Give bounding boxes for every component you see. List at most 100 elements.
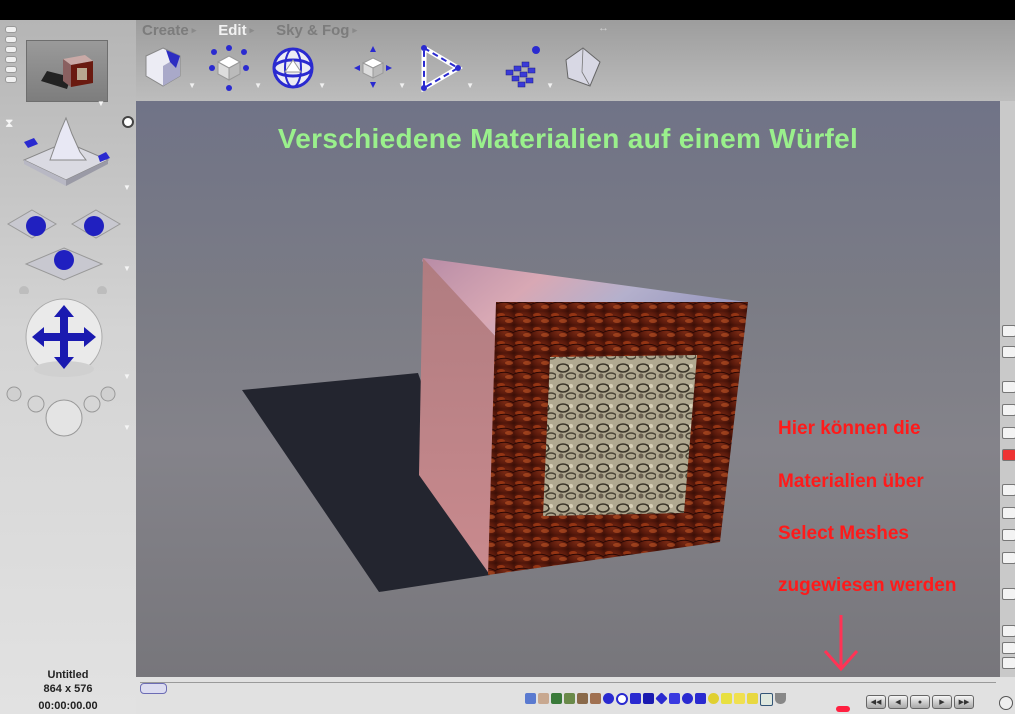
play-icon[interactable]: ● xyxy=(910,695,930,709)
menu-sky-fog[interactable]: Sky & Fog ▸ xyxy=(276,20,357,40)
mesh-object-button[interactable] xyxy=(560,42,606,92)
layer-tool-icon[interactable] xyxy=(1002,404,1015,416)
dropdown-arrow-icon[interactable]: ▼ xyxy=(254,81,262,90)
dropdown-arrow-icon[interactable] xyxy=(775,693,786,704)
pen-tool-icon[interactable] xyxy=(1002,325,1015,337)
scene-thumbnail-button[interactable] xyxy=(26,40,108,102)
cube-primitive-icon xyxy=(145,47,181,87)
dropdown-arrow-icon[interactable]: ▼ xyxy=(188,81,196,90)
dropdown-arrow-icon[interactable]: ▼ xyxy=(123,423,131,432)
globe-icon[interactable] xyxy=(999,696,1013,710)
fast-forward-icon[interactable]: ▶▶ xyxy=(954,695,974,709)
menu-create[interactable]: Create ▸ xyxy=(142,20,196,40)
dropdown-arrow-icon[interactable]: ▼ xyxy=(123,264,131,273)
dropdown-arrow-icon[interactable]: ▼ xyxy=(398,81,406,90)
render-viewport[interactable]: Verschiedene Materialien auf einem Würfe… xyxy=(136,101,1000,677)
sphere-icon[interactable] xyxy=(603,693,614,704)
record-icon[interactable] xyxy=(1002,449,1015,461)
rewind-icon[interactable]: ◀◀ xyxy=(866,695,886,709)
chevron-right-icon: ▸ xyxy=(352,24,357,35)
note-line-3: Select Meshes xyxy=(778,523,909,544)
light-icon[interactable] xyxy=(734,693,745,704)
timeline-track[interactable] xyxy=(140,682,996,691)
list-tool-icon[interactable] xyxy=(1002,529,1015,541)
window-top-bar xyxy=(0,0,1015,20)
light-icon[interactable] xyxy=(721,693,732,704)
scene-thumbnail-icon xyxy=(41,55,93,89)
cone-icon[interactable] xyxy=(669,693,680,704)
radio-toggle[interactable] xyxy=(122,116,134,128)
monitor-tool-icon[interactable] xyxy=(1002,552,1015,564)
playback-controls: ◀◀ ◀ ● ▶ ▶▶ xyxy=(866,695,974,709)
zoom-in-icon[interactable] xyxy=(1002,625,1015,637)
scale-object-icon xyxy=(354,46,392,88)
dropdown-arrow-icon[interactable]: ▼ xyxy=(318,81,326,90)
dropdown-arrow-icon[interactable]: ▼ xyxy=(97,99,105,108)
rock-icon[interactable] xyxy=(577,693,588,704)
path-animation-icon xyxy=(421,45,463,93)
light-icon[interactable] xyxy=(708,693,719,704)
path-animation-button[interactable]: ▼ xyxy=(418,42,474,93)
object-icon[interactable] xyxy=(538,693,549,704)
cube-primitive-button[interactable]: ▼ xyxy=(140,42,196,92)
move-camera-trackball-icon xyxy=(25,298,103,377)
record-indicator xyxy=(836,706,850,712)
note-line-2: Materialien über xyxy=(778,471,924,492)
picture-icon[interactable] xyxy=(760,693,773,706)
object-library-bar xyxy=(525,692,786,706)
viewport-title: Verschiedene Materialien auf einem Würfe… xyxy=(277,123,859,154)
layer-tool-icon[interactable] xyxy=(1002,427,1015,439)
object-icon[interactable] xyxy=(590,693,601,704)
eraser-tool-icon[interactable] xyxy=(1002,346,1015,358)
plane-icon[interactable] xyxy=(695,693,706,704)
torus-icon[interactable] xyxy=(616,693,628,705)
terrain-view-button[interactable] xyxy=(20,112,112,192)
rotate-object-icon xyxy=(272,47,314,89)
list-tool-icon[interactable] xyxy=(1002,484,1015,496)
hourglass-icon[interactable]: ⧗ xyxy=(5,116,13,131)
layer-tool-icon[interactable] xyxy=(1002,381,1015,393)
dropdown-arrow-icon[interactable]: ▼ xyxy=(466,81,474,90)
trackball-button[interactable] xyxy=(22,297,106,381)
note-line-4: zugewiesen werden xyxy=(778,575,957,596)
chevron-right-icon: ▸ xyxy=(249,24,255,35)
document-size: 864 x 576 xyxy=(43,683,93,695)
move-object-button[interactable]: ▼ xyxy=(206,42,262,92)
lights-icon xyxy=(6,386,116,437)
mesh-object-icon xyxy=(565,47,601,87)
panel-grip-handle[interactable] xyxy=(5,26,17,86)
text-tool-icon[interactable] xyxy=(1002,507,1015,519)
dropdown-arrow-icon[interactable]: ▼ xyxy=(123,372,131,381)
object-icon[interactable] xyxy=(525,693,536,704)
diamond-icon[interactable] xyxy=(655,692,668,705)
chevron-right-icon: ▸ xyxy=(191,24,197,35)
dropdown-arrow-icon[interactable]: ▼ xyxy=(546,81,554,90)
terrain-grid-button[interactable]: ▼ xyxy=(498,42,554,92)
pan-camera-icon xyxy=(7,209,121,296)
lights-panel[interactable] xyxy=(4,384,116,442)
camera-pan-controls[interactable] xyxy=(4,194,129,296)
light-icon[interactable] xyxy=(747,693,758,704)
sphere-icon[interactable] xyxy=(682,693,693,704)
note-line-1: Hier können die xyxy=(778,418,921,439)
hand-tool-icon[interactable] xyxy=(1002,657,1015,669)
scale-object-button[interactable]: ▼ xyxy=(350,42,406,92)
cube-tool-icon[interactable] xyxy=(1002,588,1015,600)
down-arrow-icon xyxy=(823,615,859,672)
tree-icon[interactable] xyxy=(551,693,562,704)
dropdown-arrow-icon[interactable]: ▼ xyxy=(123,183,131,192)
step-forward-icon[interactable]: ▶ xyxy=(932,695,952,709)
time-display: 00:00:00.00 xyxy=(38,700,98,712)
cylinder-icon[interactable] xyxy=(630,693,641,704)
step-back-icon[interactable]: ◀ xyxy=(888,695,908,709)
cube-icon[interactable] xyxy=(643,693,654,704)
menu-bar: Create ▸ Edit ▸ Sky & Fog ▸ xyxy=(142,20,357,40)
timeline-slider[interactable] xyxy=(140,683,167,694)
rotate-object-button[interactable]: ▼ xyxy=(270,42,326,92)
plant-icon[interactable] xyxy=(564,693,575,704)
terrain-grid-icon xyxy=(505,46,540,88)
terrain-preview-icon xyxy=(22,116,110,186)
zoom-out-icon[interactable] xyxy=(1002,642,1015,654)
menu-edit[interactable]: Edit ▸ xyxy=(218,20,254,40)
resize-handle-icon[interactable]: ↔ xyxy=(598,22,609,34)
